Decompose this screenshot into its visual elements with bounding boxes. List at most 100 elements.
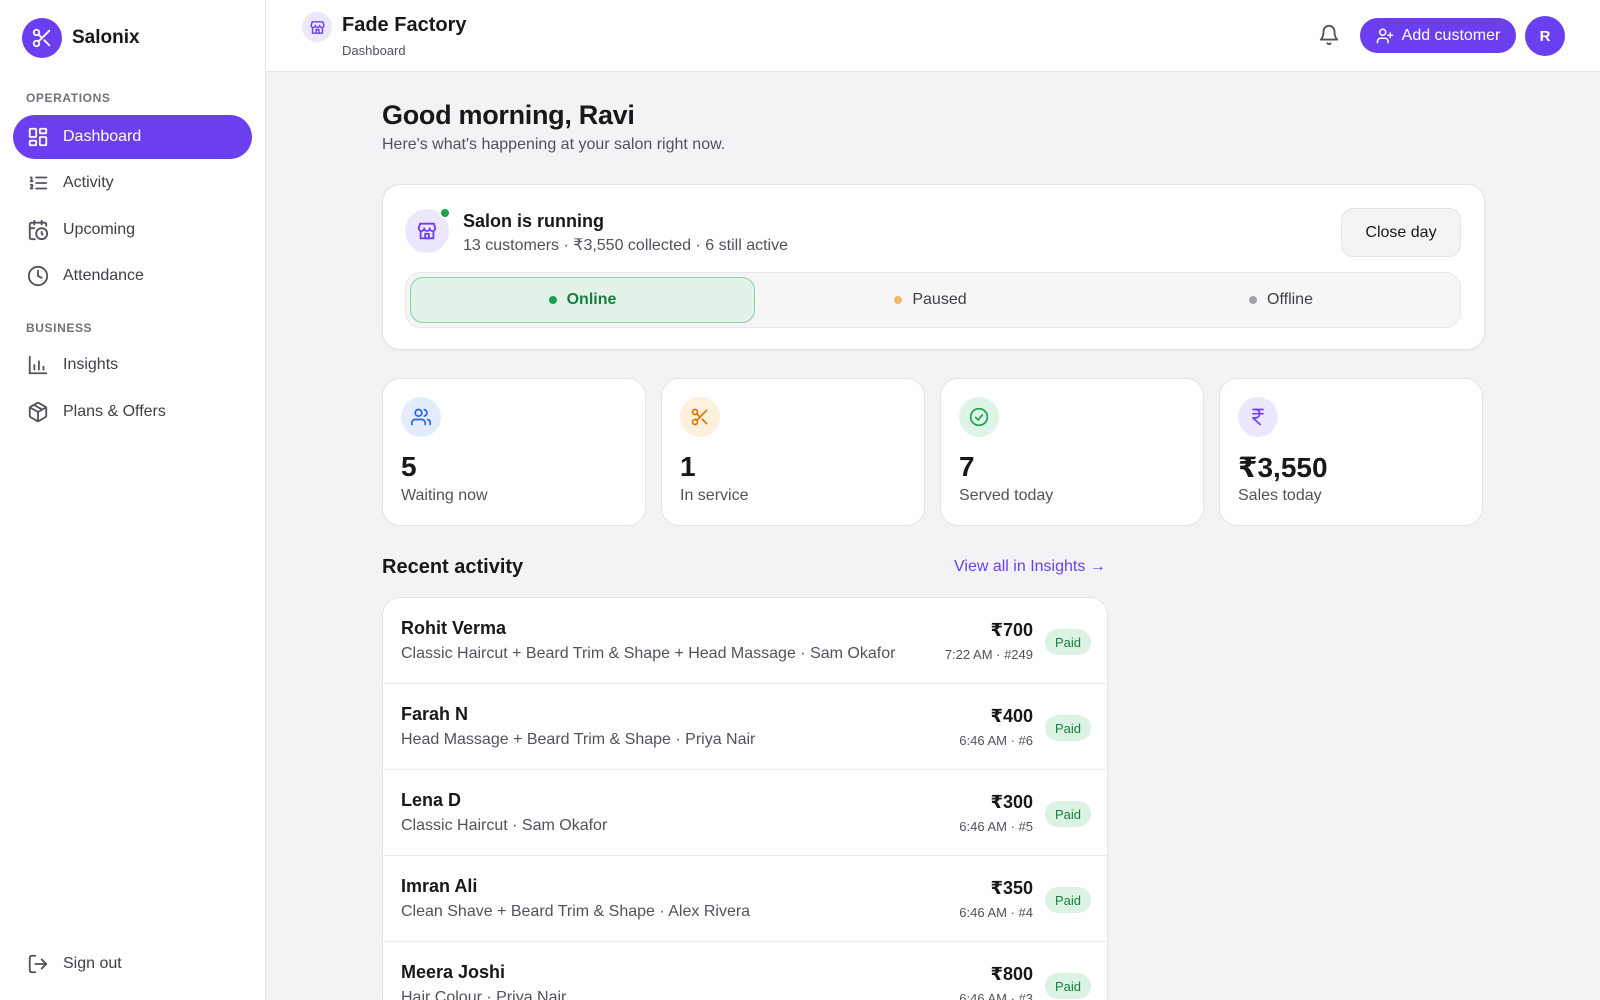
log-out-icon	[28, 954, 48, 974]
bar-chart-icon	[28, 355, 48, 375]
recent-activity-title: Recent activity	[382, 556, 524, 578]
customer-name: Imran Ali	[401, 876, 478, 896]
calendar-clock-icon	[28, 219, 49, 241]
time-ticket: 6:46 AM · #6	[959, 733, 1033, 748]
time-ticket: 6:46 AM · #3	[959, 991, 1033, 1000]
view-all-insights-link[interactable]: View all in Insights →	[954, 558, 1106, 576]
status-badge: Paid	[1045, 801, 1091, 827]
sidebar-item-upcoming[interactable]: Upcoming	[13, 208, 252, 252]
stat-value: 1	[680, 451, 696, 482]
status-summary: 13 customers · ₹3,550 collected · 6 stil…	[463, 237, 788, 254]
mode-offline[interactable]: Offline	[1106, 277, 1456, 323]
status-badge: Paid	[1045, 973, 1091, 999]
user-plus-icon	[1376, 28, 1393, 43]
list-item[interactable]: Lena D Classic Haircut · Sam Okafor ₹300…	[383, 770, 1107, 856]
status-badge: Paid	[1045, 629, 1091, 655]
stat-label: Served today	[959, 487, 1054, 504]
store-icon	[302, 12, 332, 42]
stat-card-served[interactable]: 7 Served today	[940, 378, 1204, 526]
service-description: Clean Shave + Beard Trim & Shape · Alex …	[401, 903, 751, 920]
stat-card-waiting[interactable]: 5 Waiting now	[382, 378, 646, 526]
sidebar-item-label: Upcoming	[63, 221, 136, 238]
brand[interactable]: Salonix	[22, 18, 140, 58]
amount: ₹350	[990, 878, 1033, 898]
customer-name: Farah N	[401, 704, 469, 724]
salon-mode-selector: Online Paused Offline	[405, 272, 1461, 328]
amount: ₹800	[990, 964, 1033, 984]
time-ticket: 7:22 AM · #249	[944, 647, 1033, 662]
mode-label: Online	[566, 291, 617, 308]
shop-name: Fade Factory	[342, 14, 467, 36]
scissors-logo-icon	[22, 18, 62, 58]
sign-out-button[interactable]: Sign out	[13, 942, 252, 986]
sidebar: Salonix OPERATIONS Dashboard Activity Up…	[0, 0, 266, 1000]
service-description: Head Massage + Beard Trim & Shape · Priy…	[401, 731, 756, 748]
add-customer-label: Add customer	[1401, 26, 1501, 44]
stat-card-in-service[interactable]: 1 In service	[661, 378, 925, 526]
stat-value: ₹3,550	[1238, 452, 1328, 483]
mode-label: Offline	[1267, 291, 1313, 308]
stat-value: 5	[401, 451, 417, 482]
sidebar-item-label: Insights	[63, 356, 119, 373]
amount: ₹700	[990, 620, 1033, 640]
list-item[interactable]: Imran Ali Clean Shave + Beard Trim & Sha…	[383, 856, 1107, 942]
sidebar-item-insights[interactable]: Insights	[13, 343, 252, 387]
online-dot	[548, 296, 557, 304]
stat-label: In service	[680, 487, 749, 504]
recent-activity-list: Rohit Verma Classic Haircut + Beard Trim…	[382, 597, 1108, 1000]
sidebar-item-label: Dashboard	[63, 128, 142, 145]
status-badge: Paid	[1045, 887, 1091, 913]
paused-dot	[894, 296, 903, 304]
page-subtitle: Here's what's happening at your salon ri…	[382, 136, 726, 153]
sidebar-item-activity[interactable]: Activity	[13, 161, 252, 205]
amount: ₹300	[990, 792, 1033, 812]
bell-icon[interactable]	[1318, 24, 1340, 51]
rupee-icon	[1238, 397, 1278, 437]
salon-status-card: Salon is running 13 customers · ₹3,550 c…	[382, 184, 1485, 350]
list-item[interactable]: Meera Joshi Hair Colour · Priya Nair ₹80…	[383, 942, 1107, 1000]
list-item[interactable]: Farah N Head Massage + Beard Trim & Shap…	[383, 684, 1107, 770]
scissors-icon	[680, 397, 720, 437]
service-description: Classic Haircut · Sam Okafor	[401, 817, 608, 834]
sidebar-item-label: Plans & Offers	[63, 403, 166, 420]
list-ordered-icon	[29, 176, 48, 190]
stat-card-sales[interactable]: ₹3,550 Sales today	[1219, 378, 1483, 526]
package-icon	[28, 401, 48, 423]
sidebar-item-label: Activity	[63, 174, 114, 191]
offline-dot	[1249, 296, 1258, 304]
clock-icon	[27, 265, 49, 287]
customer-name: Lena D	[401, 790, 462, 810]
sidebar-item-attendance[interactable]: Attendance	[13, 254, 252, 298]
time-ticket: 6:46 AM · #5	[959, 819, 1033, 834]
mode-label: Paused	[912, 291, 967, 308]
customer-name: Rohit Verma	[401, 618, 507, 638]
nav-section-business: BUSINESS	[26, 321, 93, 335]
customer-name: Meera Joshi	[401, 962, 506, 982]
stat-label: Waiting now	[401, 487, 488, 504]
mode-paused[interactable]: Paused	[758, 277, 1103, 323]
status-badge: Paid	[1045, 715, 1091, 741]
close-day-button[interactable]: Close day	[1341, 208, 1461, 257]
list-item[interactable]: Rohit Verma Classic Haircut + Beard Trim…	[383, 598, 1107, 684]
brand-name: Salonix	[72, 27, 140, 48]
status-title: Salon is running	[463, 211, 605, 231]
users-icon	[401, 397, 441, 437]
avatar[interactable]: R	[1525, 16, 1565, 56]
top-header: Fade Factory Dashboard Add customer R	[266, 0, 1600, 72]
check-circle-icon	[959, 397, 999, 437]
service-description: Hair Colour · Priya Nair	[401, 989, 567, 1000]
sidebar-item-dashboard[interactable]: Dashboard	[13, 115, 252, 159]
nav-section-operations: OPERATIONS	[26, 91, 111, 105]
mode-online[interactable]: Online	[410, 277, 755, 323]
time-ticket: 6:46 AM · #4	[959, 905, 1033, 920]
sidebar-item-label: Attendance	[63, 267, 144, 284]
stat-value: 7	[959, 451, 975, 482]
sidebar-item-plans-offers[interactable]: Plans & Offers	[13, 390, 252, 434]
service-description: Classic Haircut + Beard Trim & Shape + H…	[401, 645, 896, 662]
breadcrumb[interactable]: Dashboard	[342, 43, 406, 58]
live-status-dot	[439, 207, 451, 219]
sign-out-label: Sign out	[63, 955, 122, 972]
dashboard-grid-icon	[28, 127, 48, 147]
add-customer-button[interactable]: Add customer	[1360, 18, 1516, 53]
page-title: Good morning, Ravi	[382, 100, 635, 130]
